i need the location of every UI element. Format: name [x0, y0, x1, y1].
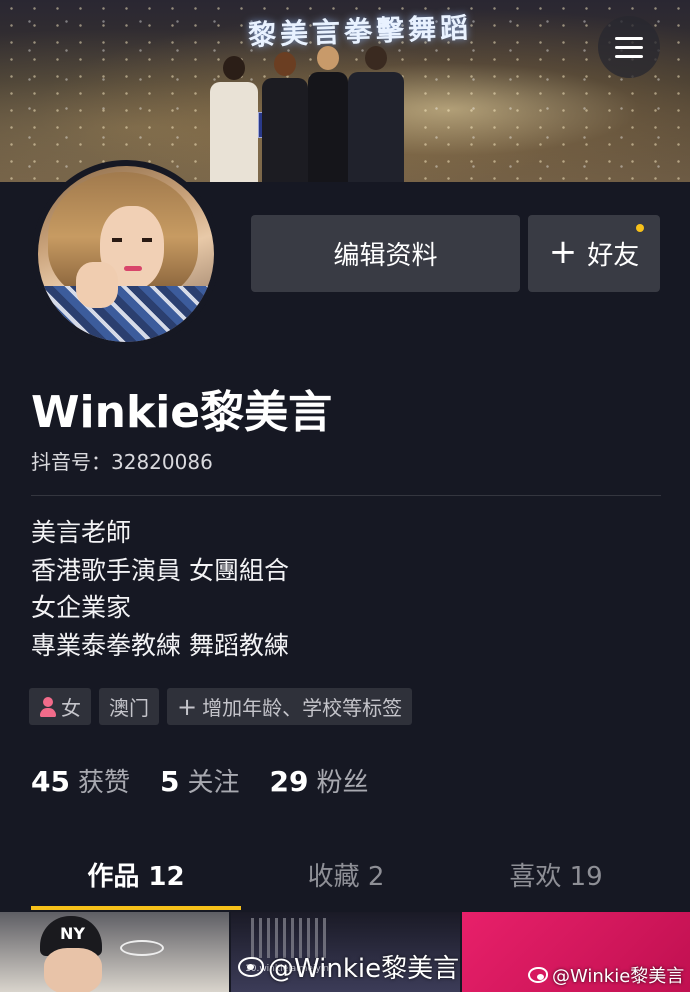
tab-works[interactable]: 作品 12 — [31, 856, 241, 896]
plus-icon: + — [177, 692, 198, 721]
profile-bio: 美言老師 香港歌手演員 女團組合 女企業家 專業泰拳教練 舞蹈教練 — [31, 514, 289, 664]
stat-following[interactable]: 5 关注 — [160, 762, 240, 799]
plus-icon: + — [548, 232, 578, 272]
divider — [31, 495, 661, 496]
add-friend-button[interactable]: + 好友 — [528, 215, 660, 292]
stat-likes: 45 获赞 — [31, 762, 130, 799]
cap-logo: NY — [60, 924, 85, 943]
weibo-icon — [238, 956, 264, 977]
stat-value: 45 — [31, 765, 70, 798]
profile-banner[interactable]: 黎美言拳擊舞蹈 — [0, 0, 690, 182]
bio-line: 女企業家 — [31, 593, 132, 622]
edit-profile-label: 编辑资料 — [333, 241, 438, 271]
avatar-image — [38, 166, 214, 342]
video-thumbnail[interactable]: NY — [0, 912, 229, 992]
add-friend-label: 好友 — [587, 241, 640, 271]
notification-dot — [636, 224, 644, 232]
tag-gender[interactable]: 女 — [29, 688, 91, 725]
bio-line: 美言老師 — [31, 518, 132, 547]
banner-person — [262, 52, 308, 182]
bio-line: 香港歌手演員 女團組合 — [31, 555, 289, 585]
stat-followers[interactable]: 29 粉丝 — [269, 762, 368, 799]
watermark-text: @Winkie黎美言 — [552, 966, 685, 987]
stat-value: 5 — [159, 765, 180, 798]
stat-value: 29 — [269, 765, 309, 798]
female-icon — [39, 696, 57, 718]
douyin-id[interactable]: 抖音号：32820086 — [31, 446, 213, 475]
tag-label: 增加年龄、学校等标签 — [202, 696, 403, 720]
banner-person — [348, 46, 404, 182]
stat-label: 粉丝 — [316, 768, 369, 798]
avatar[interactable] — [32, 160, 220, 348]
stat-label: 关注 — [187, 768, 240, 798]
banner-person — [308, 46, 348, 182]
tag-label: 澳门 — [109, 696, 149, 720]
profile-tags: 女 澳门 + 增加年龄、学校等标签 — [29, 688, 413, 725]
stat-label: 获赞 — [77, 768, 130, 798]
tag-label: 女 — [61, 696, 81, 720]
banner-person — [210, 56, 258, 182]
tag-add-more[interactable]: + 增加年龄、学校等标签 — [167, 688, 413, 725]
hamburger-menu-icon[interactable] — [598, 16, 660, 78]
watermark-text: @Winkie黎美言 — [268, 954, 460, 984]
active-tab-indicator — [31, 906, 241, 910]
bio-line: 專業泰拳教練 舞蹈教練 — [31, 630, 289, 660]
weibo-watermark: @Winkie黎美言 — [528, 962, 684, 988]
weibo-icon — [528, 967, 548, 983]
tab-favorites[interactable]: 收藏 2 — [241, 856, 451, 896]
weibo-watermark: @Winkie黎美言 — [238, 948, 459, 985]
profile-stats: 45 获赞 5 关注 29 粉丝 — [31, 762, 368, 799]
tag-location[interactable]: 澳门 — [99, 688, 159, 725]
tab-likes[interactable]: 喜欢 19 — [451, 856, 661, 896]
profile-name: Winkie黎美言 — [31, 387, 333, 438]
edit-profile-button[interactable]: 编辑资料 — [251, 215, 520, 292]
